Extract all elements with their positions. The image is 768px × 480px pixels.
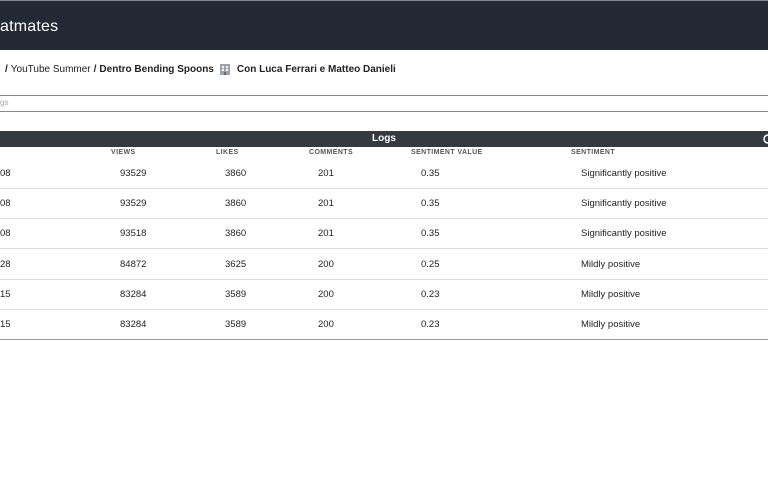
top-navbar: atmates [0,0,768,50]
column-header-sentiment-value[interactable]: SENTIMENT VALUE [411,149,483,156]
cell-comments: 201 [318,168,334,179]
logs-panel-header: Logs [0,131,768,147]
cell-likes: 3860 [225,228,247,239]
cell-likes: 3589 [225,319,247,330]
cell-date: 08 [0,228,11,239]
cell-comments: 200 [318,259,334,270]
cell-views: 93529 [120,168,147,179]
breadcrumb-separator: / [5,63,8,75]
breadcrumb-link-youtube-summer[interactable]: YouTube Summer [11,64,91,75]
column-header-likes[interactable]: LIKES [216,149,239,156]
cell-date: 08 [0,168,11,179]
cell-views: 84872 [120,259,147,270]
breadcrumb-current: Dentro Bending Spoons Con Luca Ferrari e… [99,63,396,75]
table-row: 08 93529 3860 201 0.35 Significantly pos… [0,189,768,219]
cell-likes: 3860 [225,198,247,209]
cell-date: 08 [0,198,11,209]
cell-likes: 3589 [225,289,247,300]
breadcrumb: / YouTube Summer / Dentro Bending Spoons… [2,63,396,75]
breadcrumb-current-title: Dentro Bending Spoons [99,63,214,75]
column-header-views[interactable]: VIEWS [111,149,136,156]
search-input[interactable]: gs [0,95,768,112]
cell-comments: 201 [318,228,334,239]
cell-views: 93518 [120,228,147,239]
cell-sentiment: Significantly positive [581,198,667,209]
cell-sentiment: Mildly positive [581,319,641,330]
cell-sentiment: Significantly positive [581,228,667,239]
table-row: 15 83284 3589 200 0.23 Mildly positive [0,310,768,340]
panel-control-icon[interactable] [762,131,768,147]
cell-views: 83284 [120,289,147,300]
cell-views: 93529 [120,198,147,209]
cell-date: 15 [0,289,11,300]
cell-date: 28 [0,259,11,270]
cell-sentiment-value: 0.35 [421,228,440,239]
app-title[interactable]: atmates [0,18,58,36]
cell-sentiment: Mildly positive [581,259,641,270]
search-placeholder: gs [0,98,9,107]
cell-likes: 3625 [225,259,247,270]
table-row: 15 83284 3589 200 0.23 Mildly positive [0,280,768,310]
cell-sentiment-value: 0.35 [421,198,440,209]
logs-title: Logs [372,133,396,144]
column-header-comments[interactable]: COMMENTS [309,149,353,156]
cell-date: 15 [0,319,11,330]
cell-sentiment: Mildly positive [581,289,641,300]
building-icon [219,64,230,75]
cell-likes: 3860 [225,168,247,179]
cell-comments: 201 [318,198,334,209]
cell-sentiment-value: 0.23 [421,319,440,330]
breadcrumb-current-subtitle: Con Luca Ferrari e Matteo Danieli [236,63,396,75]
column-header-sentiment[interactable]: SENTIMENT [571,149,615,156]
breadcrumb-separator: / [93,63,97,75]
table-row: 08 93518 3860 201 0.35 Significantly pos… [0,219,768,249]
table-row: 08 93529 3860 201 0.35 Significantly pos… [0,159,768,189]
cell-sentiment: Significantly positive [581,168,667,179]
table-row: 28 84872 3625 200 0.25 Mildly positive [0,250,768,280]
cell-sentiment-value: 0.35 [421,168,440,179]
cell-sentiment-value: 0.25 [421,259,440,270]
cell-views: 83284 [120,319,147,330]
cell-comments: 200 [318,319,334,330]
cell-sentiment-value: 0.23 [421,289,440,300]
cell-comments: 200 [318,289,334,300]
